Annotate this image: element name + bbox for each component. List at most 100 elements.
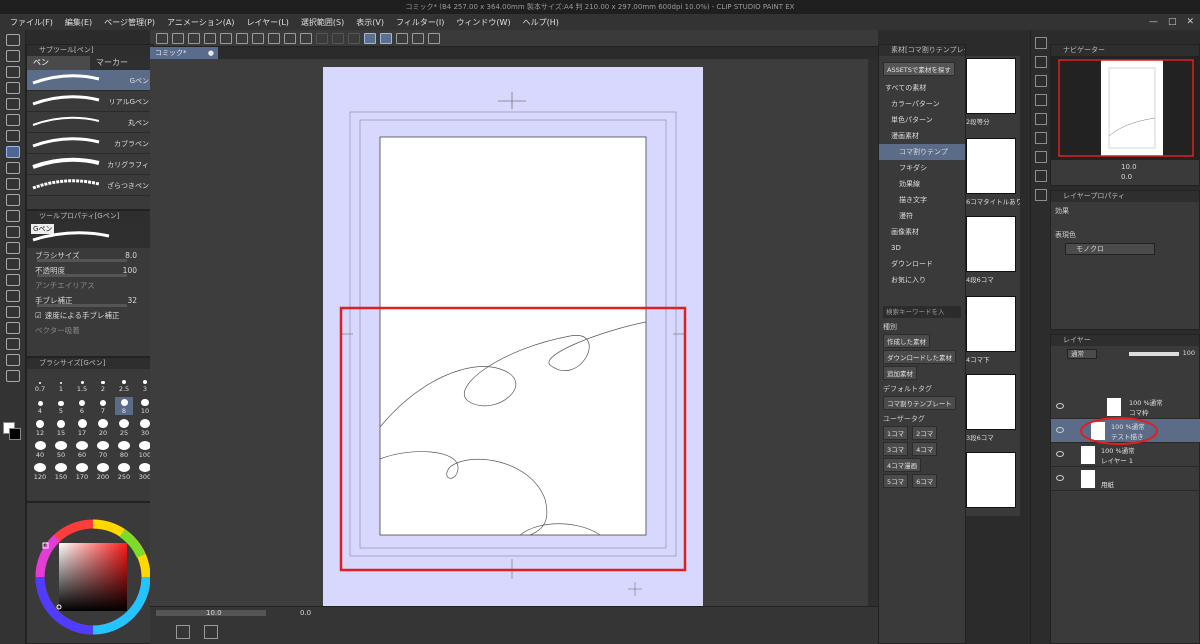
blend-tool-icon[interactable] (5, 242, 20, 254)
navigator-icon[interactable] (1034, 37, 1047, 49)
close-tab-icon[interactable]: ● (208, 47, 214, 59)
info-icon[interactable] (1034, 75, 1047, 87)
navigator-zoom[interactable]: 10.0 (1121, 163, 1137, 171)
erase-icon[interactable] (268, 32, 280, 44)
brush-size-cell[interactable]: 120 (31, 463, 49, 481)
brush-size-cell[interactable]: 50 (52, 441, 70, 459)
tree-download[interactable]: ダウンロード (879, 256, 965, 272)
tree-balloon[interactable]: フキダシ (879, 160, 965, 176)
brush-size-cell[interactable]: 2.5 (115, 375, 133, 393)
tag-button[interactable]: 6コマ (912, 474, 938, 488)
brush-size-cell[interactable]: 20 (94, 419, 112, 437)
layer-row[interactable]: 用紙 (1051, 467, 1200, 491)
kind-button[interactable]: ダウンロードした素材 (883, 350, 956, 364)
brush-size-cell[interactable]: 8 (115, 397, 133, 415)
eraser-tool-icon[interactable] (5, 226, 20, 238)
brush-size-cell[interactable]: 1 (52, 375, 70, 393)
eye-icon[interactable] (1056, 475, 1064, 481)
frame-tool-icon[interactable] (5, 306, 20, 318)
brush-size-row[interactable]: ブラシサイズ 8.0 (27, 248, 153, 263)
layer-search-icon[interactable] (1034, 132, 1047, 144)
tree-mono-pattern[interactable]: 単色パターン (879, 112, 965, 128)
history-icon[interactable] (1034, 94, 1047, 106)
correct-line-tool-icon[interactable] (5, 370, 20, 382)
material-icon[interactable] (1034, 189, 1047, 201)
decoration-tool-icon[interactable] (5, 210, 20, 222)
tree-all[interactable]: すべての素材 (879, 80, 965, 96)
default-tag-button[interactable]: コマ割りテンプレート (883, 396, 956, 410)
page-manage-icon[interactable] (176, 625, 190, 639)
brush-size-cell[interactable]: 1.5 (73, 375, 91, 393)
document-tab[interactable]: コミック* ● (150, 47, 218, 59)
brush-size-cell[interactable]: 17 (73, 419, 91, 437)
tree-manga[interactable]: 漫画素材 (879, 128, 965, 144)
tab-marker[interactable]: マーカー (90, 56, 153, 70)
brush-size-cell[interactable]: 60 (73, 441, 91, 459)
menu-filter[interactable]: フィルター(I) (390, 17, 450, 28)
animation-icon[interactable] (1034, 151, 1047, 163)
eye-icon[interactable] (1056, 427, 1064, 433)
close-icon[interactable]: ✕ (1186, 17, 1194, 27)
vector-snap-row[interactable]: ベクター吸着 (27, 323, 153, 338)
menu-window[interactable]: ウィンドウ(W) (450, 17, 516, 28)
kind-button[interactable]: 追加素材 (883, 366, 917, 380)
tree-color-pattern[interactable]: カラーパターン (879, 96, 965, 112)
menu-view[interactable]: 表示(V) (350, 17, 390, 28)
crop-icon[interactable] (332, 32, 344, 44)
menu-file[interactable]: ファイル(F) (4, 17, 59, 28)
settings-icon[interactable] (428, 32, 440, 44)
snap-ruler-icon[interactable] (364, 32, 376, 44)
layer-row[interactable]: 100 %通常 レイヤー 1 (1051, 443, 1200, 467)
auto-action-icon[interactable] (1034, 113, 1047, 125)
eyedropper-tool-icon[interactable] (5, 130, 20, 142)
tag-button[interactable]: 5コマ (883, 474, 909, 488)
fill-icon[interactable] (316, 32, 328, 44)
material-search-input[interactable]: 検索キーワードを入 (883, 306, 961, 318)
ruler-tool-icon[interactable] (5, 322, 20, 334)
color-wheel[interactable] (27, 503, 155, 641)
slider-bar[interactable] (37, 259, 127, 262)
pencil-tool-icon[interactable] (5, 162, 20, 174)
brush-size-cell[interactable]: 80 (115, 441, 133, 459)
transform-icon[interactable] (300, 32, 312, 44)
maximize-icon[interactable]: □ (1168, 17, 1177, 27)
layer-row[interactable]: 100 %通常 テスト描き (1051, 417, 1200, 445)
brush-size-cell[interactable]: 2 (94, 375, 112, 393)
tag-button[interactable]: 1コマ (883, 426, 909, 440)
tag-button[interactable]: 2コマ (912, 426, 938, 440)
timeline-icon[interactable] (1034, 170, 1047, 182)
sub-view-icon[interactable] (1034, 56, 1047, 68)
material-thumbnail[interactable] (966, 138, 1016, 194)
gradient-tool-icon[interactable] (5, 274, 20, 286)
brush-size-cell[interactable]: 150 (52, 463, 70, 481)
material-thumbnail[interactable] (966, 296, 1016, 352)
new-file-icon[interactable] (172, 32, 184, 44)
canvas-vertical-scrollbar[interactable] (868, 59, 878, 606)
checkbox-icon[interactable]: ☑ (35, 311, 42, 320)
export-icon[interactable] (220, 32, 232, 44)
redo-icon[interactable] (252, 32, 264, 44)
selection-tool-icon[interactable] (5, 98, 20, 110)
menu-selection[interactable]: 選択範囲(S) (295, 17, 350, 28)
save-icon[interactable] (204, 32, 216, 44)
brush-item[interactable]: 丸ペン (27, 112, 153, 133)
sub-color-swatch[interactable] (9, 428, 21, 440)
tag-button[interactable]: 4コマ漫画 (883, 458, 922, 472)
tag-button[interactable]: 4コマ (912, 442, 938, 456)
brush-item[interactable]: リアルGペン (27, 91, 153, 112)
brush-tool-icon[interactable] (5, 178, 20, 190)
prop-value[interactable]: 32 (127, 296, 137, 305)
hand-tool-icon[interactable] (5, 50, 20, 62)
operation-tool-icon[interactable] (5, 66, 20, 78)
brush-size-cell[interactable]: 12 (31, 419, 49, 437)
snap-grid-icon[interactable] (396, 32, 408, 44)
antialias-row[interactable]: アンチエイリアス (27, 278, 153, 293)
brush-size-cell[interactable]: 15 (52, 419, 70, 437)
tag-button[interactable]: 3コマ (883, 442, 909, 456)
slider-bar[interactable] (37, 304, 127, 307)
assets-search-button[interactable]: ASSETSで素材を探す (883, 62, 955, 76)
brush-item[interactable]: ざらつきペン (27, 175, 153, 196)
move-layer-tool-icon[interactable] (5, 82, 20, 94)
tree-favorites[interactable]: お気に入り (879, 272, 965, 288)
material-thumbnail[interactable] (966, 58, 1016, 114)
